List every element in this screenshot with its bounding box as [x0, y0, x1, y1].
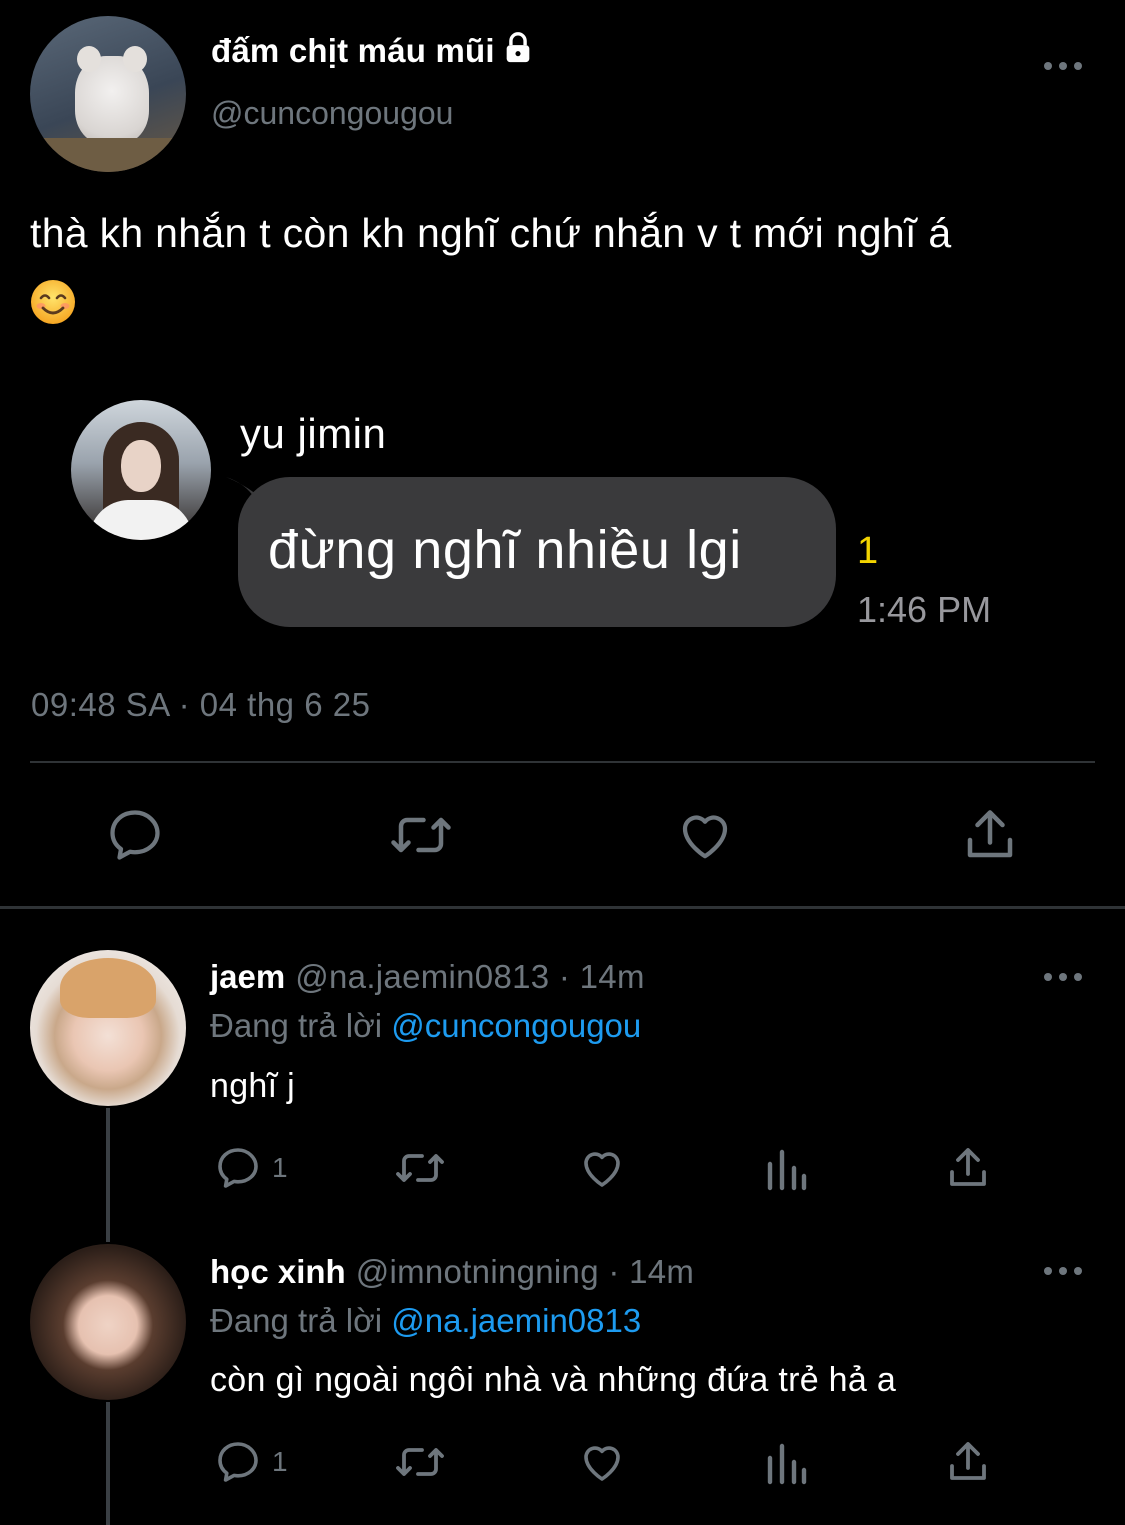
analytics-icon[interactable] — [764, 1438, 812, 1486]
reply-author-name[interactable]: học xinh — [210, 1253, 346, 1290]
reply-count: 1 — [272, 1446, 288, 1477]
more-options-icon[interactable] — [1043, 61, 1083, 71]
author-name-row[interactable]: đấm chịt máu mũi — [211, 31, 535, 73]
reply-author-meta: @na.jaemin0813 · 14m — [295, 958, 645, 995]
reply-header[interactable]: học xinh @imnotningning · 14m — [210, 1253, 694, 1291]
section-separator — [0, 906, 1125, 909]
reply-avatar[interactable] — [30, 1244, 186, 1400]
replying-to-line: Đang trả lời @na.jaemin0813 — [210, 1302, 641, 1340]
reply-icon[interactable] — [214, 1144, 262, 1192]
more-options-icon[interactable] — [1043, 1266, 1083, 1276]
message-time: 1:46 PM — [857, 589, 992, 630]
divider — [30, 761, 1095, 763]
reply-icon[interactable] — [105, 805, 165, 865]
analytics-icon[interactable] — [764, 1144, 812, 1192]
retweet-icon[interactable] — [393, 1438, 444, 1486]
retweet-icon[interactable] — [393, 1144, 444, 1192]
reply-count: 1 — [272, 1152, 288, 1183]
replying-to-handle[interactable]: @na.jaemin0813 — [391, 1302, 641, 1339]
reply-text: còn gì ngoài ngôi nhà và những đứa trẻ h… — [210, 1361, 897, 1399]
chat-sender-name: yu jimin — [240, 410, 387, 457]
chat-message: đừng nghĩ nhiều lgi — [268, 520, 742, 580]
like-icon[interactable] — [675, 805, 735, 865]
reply-icon[interactable] — [214, 1438, 262, 1486]
reply-header[interactable]: jaem @na.jaemin0813 · 14m — [210, 958, 645, 996]
tweet-timestamp[interactable]: 09:48 SA · 04 thg 6 25 — [31, 686, 370, 724]
thread-line — [106, 1402, 110, 1525]
author-display-name[interactable]: đấm chịt máu mũi — [211, 32, 495, 69]
replying-to-handle[interactable]: @cuncongougou — [391, 1007, 641, 1044]
tweet-text: thà kh nhắn t còn kh nghĩ chứ nhắn v t m… — [30, 198, 1115, 338]
replying-to-label: Đang trả lời — [210, 1007, 383, 1044]
unread-count: 1 — [857, 530, 879, 572]
like-icon[interactable] — [578, 1144, 626, 1192]
reply-author-name[interactable]: jaem — [210, 958, 285, 995]
plush-bear-image — [75, 46, 149, 144]
author-avatar[interactable] — [30, 16, 186, 172]
more-options-icon[interactable] — [1043, 972, 1083, 982]
share-icon[interactable] — [960, 805, 1020, 865]
lock-icon — [501, 31, 535, 73]
replying-to-line: Đang trả lời @cuncongougou — [210, 1007, 641, 1045]
smiling-face-emoji — [30, 276, 76, 324]
author-handle[interactable]: @cuncongougou — [211, 95, 453, 132]
share-icon[interactable] — [944, 1144, 992, 1192]
retweet-icon[interactable] — [388, 805, 451, 865]
replying-to-label: Đang trả lời — [210, 1302, 383, 1339]
reply-avatar[interactable] — [30, 950, 186, 1106]
reply-author-meta: @imnotningning · 14m — [355, 1253, 695, 1290]
thread-line — [106, 1108, 110, 1242]
chat-sender-avatar — [71, 400, 211, 540]
attached-chat-image[interactable]: yu jimin đừng nghĩ nhiều lgi 1 1:46 PM — [60, 392, 1050, 642]
reply-text: nghĩ j — [210, 1067, 295, 1105]
like-icon[interactable] — [578, 1438, 626, 1486]
share-icon[interactable] — [944, 1438, 992, 1486]
tweet-body: thà kh nhắn t còn kh nghĩ chứ nhắn v t m… — [30, 210, 952, 256]
